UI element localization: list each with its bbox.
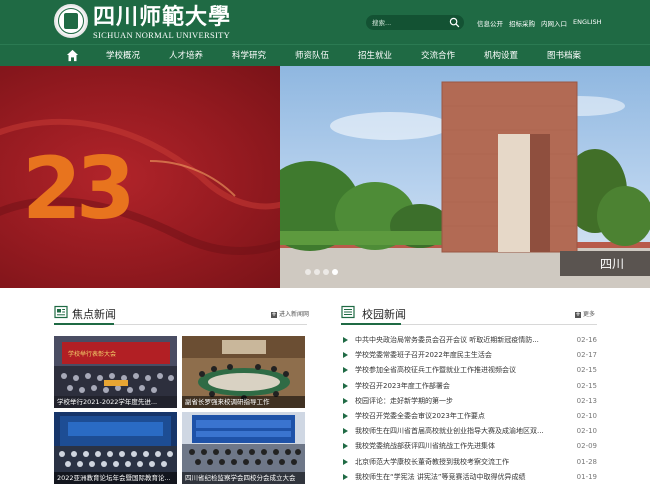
nav-item-admissions[interactable]: 招生就业 xyxy=(358,45,392,67)
bullet-arrow-icon xyxy=(343,412,348,419)
focus-news-tile[interactable]: 学校举行表彰大会 学校举行2021-2022学年度先进... xyxy=(54,336,177,408)
news-list-item[interactable]: 学校参加全省高校征兵工作暨就业工作推进视频会议 02-15 xyxy=(343,363,597,378)
plus-icon: + xyxy=(575,310,581,318)
news-title[interactable]: 学校召开2023年度工作部署会 xyxy=(355,380,557,392)
news-date: 02-17 xyxy=(576,351,597,360)
news-title[interactable]: 校园评论：走好新学期的第一步 xyxy=(355,395,557,407)
focus-news-icon xyxy=(54,305,68,319)
site-header: 四川师範大學 SICHUAN NORMAL UNIVERSITY 信息公开 招标… xyxy=(0,0,650,44)
banner-dot[interactable] xyxy=(305,269,311,275)
news-list-item[interactable]: 学校党委常委班子召开2022年度民主生活会 02-17 xyxy=(343,348,597,363)
nav-item-departments[interactable]: 机构设置 xyxy=(484,45,518,67)
banner-2023-graphic: 23 xyxy=(0,66,302,288)
news-date: 01-19 xyxy=(576,472,597,481)
focus-news-title: 焦点新闻 xyxy=(72,308,116,321)
search-box xyxy=(366,15,464,30)
news-title[interactable]: 北京师范大学康校长董奇教授到我校考察交流工作 xyxy=(355,456,557,468)
bullet-arrow-icon xyxy=(343,458,348,465)
logo-english-name: SICHUAN NORMAL UNIVERSITY xyxy=(93,30,231,40)
focus-news-more-link[interactable]: + 进入新闻网 xyxy=(271,309,309,318)
news-list-item[interactable]: 我校师生在四川省首届高校就业创业指导大赛及成渝地区双... 02-10 xyxy=(343,424,597,439)
news-title[interactable]: 我校师生在四川省首届高校就业创业指导大赛及成渝地区双... xyxy=(355,425,557,437)
news-date: 02-10 xyxy=(576,427,597,436)
bullet-arrow-icon xyxy=(343,428,348,435)
news-title[interactable]: 我校师生在“学宪法 讲宪法”等竞赛活动中取得优异成绩 xyxy=(355,471,557,483)
logo-chinese-name[interactable]: 四川师範大學 xyxy=(93,5,231,29)
bullet-arrow-icon xyxy=(343,473,348,480)
banner-pagination xyxy=(305,269,338,275)
nav-item-library[interactable]: 图书档案 xyxy=(547,45,581,67)
link-english[interactable]: ENGLISH xyxy=(573,18,602,28)
tile-caption: 副省长罗强来校调研指导工作 xyxy=(182,396,305,408)
bullet-arrow-icon xyxy=(343,443,348,450)
banner-big-number: 23 xyxy=(22,139,130,239)
news-date: 01-28 xyxy=(576,457,597,466)
hero-banner[interactable]: 23 四川 xyxy=(0,66,650,288)
search-input[interactable] xyxy=(372,16,448,29)
university-emblem-logo[interactable] xyxy=(54,4,88,38)
news-date: 02-13 xyxy=(576,396,597,405)
news-list-item[interactable]: 中共中央政治局常务委员会召开会议 听取近期新冠疫情防... 02-16 xyxy=(343,333,597,348)
news-title[interactable]: 我校党委统战部获评四川省统战工作先进集体 xyxy=(355,440,557,452)
focus-news-tile[interactable]: 副省长罗强来校调研指导工作 xyxy=(182,336,305,408)
nav-item-about[interactable]: 学校概况 xyxy=(106,45,140,67)
home-icon[interactable] xyxy=(66,49,79,62)
top-links: 信息公开 招标采购 内网入口 ENGLISH xyxy=(477,18,602,28)
news-list-item[interactable]: 校园评论：走好新学期的第一步 02-13 xyxy=(343,394,597,409)
svg-text:四川: 四川 xyxy=(600,257,624,271)
campus-news-more-link[interactable]: + 更多 xyxy=(575,309,595,318)
bullet-arrow-icon xyxy=(343,397,348,404)
campus-news-list: 中共中央政治局常务委员会召开会议 听取近期新冠疫情防... 02-16 学校党委常… xyxy=(343,333,597,485)
bullet-arrow-icon xyxy=(343,337,348,343)
nav-item-faculty[interactable]: 师资队伍 xyxy=(295,45,329,67)
banner-dot[interactable] xyxy=(323,269,329,275)
news-list-item[interactable]: 学校召开2023年度工作部署会 02-15 xyxy=(343,379,597,394)
news-date: 02-09 xyxy=(576,442,597,451)
campus-news-accent xyxy=(341,323,401,325)
focus-news-tile[interactable]: 2022亚洲教育论坛年会暨国际教育论... xyxy=(54,412,177,484)
news-date: 02-15 xyxy=(576,381,597,390)
banner-campus-photo: 四川 xyxy=(280,66,650,288)
bullet-arrow-icon xyxy=(343,382,348,389)
news-date: 02-10 xyxy=(576,411,597,420)
banner-dot-active[interactable] xyxy=(332,269,338,275)
nav-item-cooperation[interactable]: 交流合作 xyxy=(421,45,455,67)
focus-news-accent xyxy=(54,323,114,325)
nav-item-research[interactable]: 科学研究 xyxy=(232,45,266,67)
tile-caption: 2022亚洲教育论坛年会暨国际教育论... xyxy=(54,472,177,484)
tile-caption: 四川省纪检监察学会四校分会成立大会 xyxy=(182,472,305,484)
svg-text:学校举行表彰大会: 学校举行表彰大会 xyxy=(68,350,116,358)
news-title[interactable]: 学校召开党委全委会审议2023年工作要点 xyxy=(355,410,557,422)
nav-item-education[interactable]: 人才培养 xyxy=(169,45,203,67)
link-intranet[interactable]: 内网入口 xyxy=(541,18,567,28)
campus-news-icon xyxy=(341,305,355,319)
banner-dot[interactable] xyxy=(314,269,320,275)
main-nav: 学校概况 人才培养 科学研究 师资队伍 招生就业 交流合作 机构设置 图书档案 xyxy=(0,44,650,66)
news-title[interactable]: 学校党委常委班子召开2022年度民主生活会 xyxy=(355,349,557,361)
news-list-item[interactable]: 我校党委统战部获评四川省统战工作先进集体 02-09 xyxy=(343,439,597,454)
news-list-item[interactable]: 北京师范大学康校长董奇教授到我校考察交流工作 01-28 xyxy=(343,455,597,470)
tile-caption: 学校举行2021-2022学年度先进... xyxy=(54,396,177,408)
news-list-item[interactable]: 学校召开党委全委会审议2023年工作要点 02-10 xyxy=(343,409,597,424)
news-date: 02-16 xyxy=(576,336,597,344)
search-icon[interactable] xyxy=(449,17,460,28)
plus-icon: + xyxy=(271,310,277,318)
link-procurement[interactable]: 招标采购 xyxy=(509,18,535,28)
news-title[interactable]: 中共中央政治局常务委员会召开会议 听取近期新冠疫情防... xyxy=(355,334,557,346)
bullet-arrow-icon xyxy=(343,352,348,359)
news-title[interactable]: 学校参加全省高校征兵工作暨就业工作推进视频会议 xyxy=(355,364,557,376)
link-info-disclosure[interactable]: 信息公开 xyxy=(477,18,503,28)
bullet-arrow-icon xyxy=(343,367,348,374)
focus-news-tile[interactable]: 四川省纪检监察学会四校分会成立大会 xyxy=(182,412,305,484)
campus-news-title: 校园新闻 xyxy=(362,308,406,321)
news-date: 02-15 xyxy=(576,366,597,375)
news-list-item[interactable]: 我校师生在“学宪法 讲宪法”等竞赛活动中取得优异成绩 01-19 xyxy=(343,470,597,485)
